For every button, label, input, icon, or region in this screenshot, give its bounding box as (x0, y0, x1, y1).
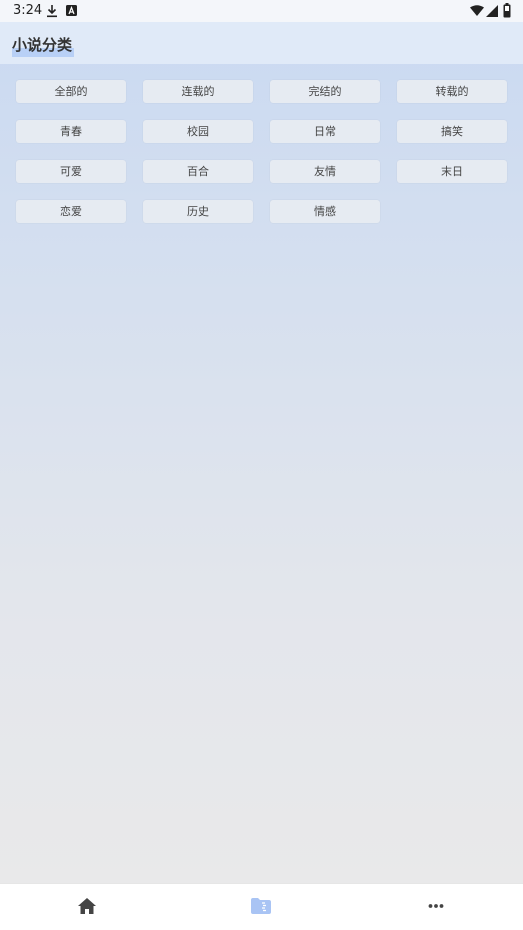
bottom-nav (0, 883, 523, 930)
category-chip-cute[interactable]: 可爱 (16, 160, 126, 183)
category-chip-youth[interactable]: 青春 (16, 120, 126, 143)
status-time: 3:24 (13, 3, 43, 18)
app-bar: 小说分类 (0, 22, 523, 64)
category-chip-daily[interactable]: 日常 (270, 120, 380, 143)
category-chip-friendship[interactable]: 友情 (270, 160, 380, 183)
category-chip-apocalypse[interactable]: 末日 (397, 160, 507, 183)
wifi-icon (470, 5, 484, 16)
nav-categories[interactable] (174, 884, 348, 930)
nav-more[interactable] (348, 884, 523, 930)
category-chip-all[interactable]: 全部的 (16, 80, 126, 103)
category-chip-completed[interactable]: 完结的 (270, 80, 380, 103)
category-chip-emotion[interactable]: 情感 (270, 200, 380, 223)
home-icon (78, 898, 96, 914)
status-bar: 3:24 (0, 0, 523, 22)
signal-icon (486, 5, 498, 17)
category-chip-yuri[interactable]: 百合 (143, 160, 253, 183)
nav-home[interactable] (0, 884, 174, 930)
app-notification-icon (66, 5, 77, 16)
category-chip-funny[interactable]: 搞笑 (397, 120, 507, 143)
category-grid: 全部的 连载的 完结的 转载的 青春 校园 日常 搞笑 可爱 百合 友情 末日 … (16, 80, 507, 223)
category-chip-romance[interactable]: 恋爱 (16, 200, 126, 223)
more-icon (428, 904, 443, 908)
download-icon (47, 5, 57, 18)
battery-icon (503, 3, 511, 18)
category-chip-serializing[interactable]: 连载的 (143, 80, 253, 103)
page-title: 小说分类 (12, 34, 75, 57)
category-chip-history[interactable]: 历史 (143, 200, 253, 223)
category-chip-reposted[interactable]: 转载的 (397, 80, 507, 103)
category-folder-icon (251, 898, 271, 914)
category-chip-campus[interactable]: 校园 (143, 120, 253, 143)
